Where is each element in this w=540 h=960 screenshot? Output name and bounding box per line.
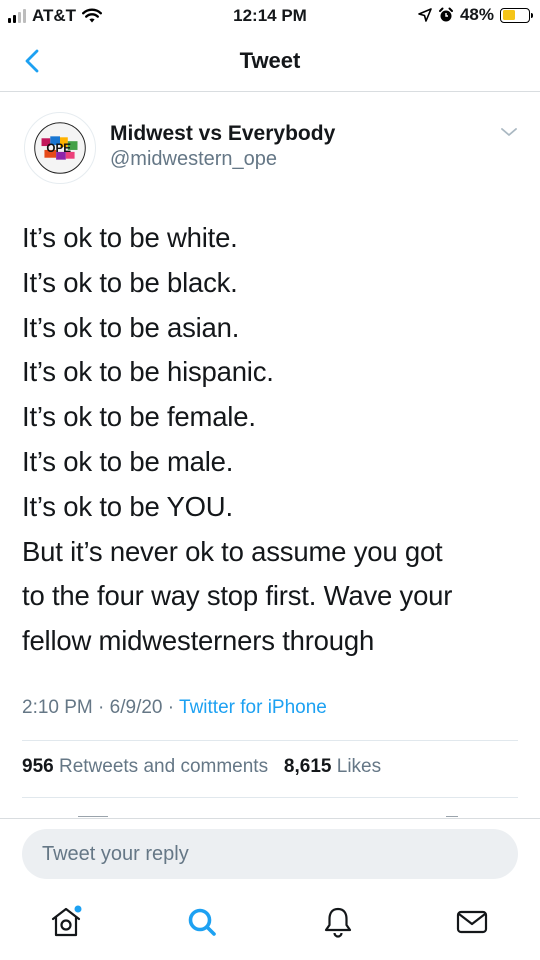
meta-separator: · [167,697,180,718]
divider [22,740,518,741]
tweet-source-link[interactable]: Twitter for iPhone [179,697,327,718]
retweets-label: Retweets and comments [58,756,269,777]
battery-icon [500,7,533,23]
messages-icon[interactable] [454,904,490,940]
reply-input[interactable] [22,829,518,879]
action-bar-edge [78,816,108,817]
tweet-line: to the four way stop first. Wave your [22,580,453,612]
tweet-line: It’s ok to be female. [22,401,256,433]
nav-header: Tweet [0,34,540,92]
location-icon [418,8,432,22]
action-bar-edge [446,816,458,817]
status-bar: AT&T 12:14 PM 48% [0,0,540,34]
avatar-logo-text: OPE [46,142,71,155]
tweet-line: But it’s never ok to assume you got [22,535,443,567]
tweet-line: It’s ok to be asian. [22,311,240,343]
tweet-line: It’s ok to be black. [22,266,238,298]
tweet-date: 6/9/20 [109,697,163,718]
meta-separator: · [98,697,110,718]
likes-count: 8,615 [283,756,332,777]
tweet-line: It’s ok to be YOU. [22,490,233,522]
avatar[interactable]: OPE [24,112,96,184]
likes-stat[interactable]: 8,615 Likes [284,756,381,777]
search-icon[interactable] [184,904,220,940]
home-icon[interactable] [48,904,84,940]
tweet-meta: 2:10 PM · 6/9/20 · Twitter for iPhone [22,697,327,719]
author-handle[interactable]: @midwestern_ope [110,148,277,171]
tab-bar [0,888,540,960]
divider [22,797,518,798]
retweets-count: 956 [22,756,54,777]
likes-label: Likes [336,756,382,777]
reply-bar [0,818,540,888]
retweets-stat[interactable]: 956 Retweets and comments [22,756,268,777]
chevron-down-icon[interactable] [498,124,520,140]
author-name[interactable]: Midwest vs Everybody [110,122,335,146]
status-right: 48% [418,5,533,25]
alarm-icon [438,7,453,22]
notification-dot [74,905,82,913]
page-title: Tweet [239,48,301,73]
tweet-line: fellow midwesterners through [22,625,375,657]
tweet-line: It’s ok to be white. [22,222,238,253]
tweet-line: It’s ok to be male. [22,445,234,477]
tweet-line: It’s ok to be hispanic. [22,356,274,388]
battery-percent: 48% [459,5,494,24]
tweet-text: It’s ok to be white. It’s ok to be black… [22,216,522,664]
tweet-time: 2:10 PM [22,697,93,718]
notifications-icon[interactable] [320,904,356,940]
tweet-stats: 956 Retweets and comments 8,615 Likes [22,756,381,778]
